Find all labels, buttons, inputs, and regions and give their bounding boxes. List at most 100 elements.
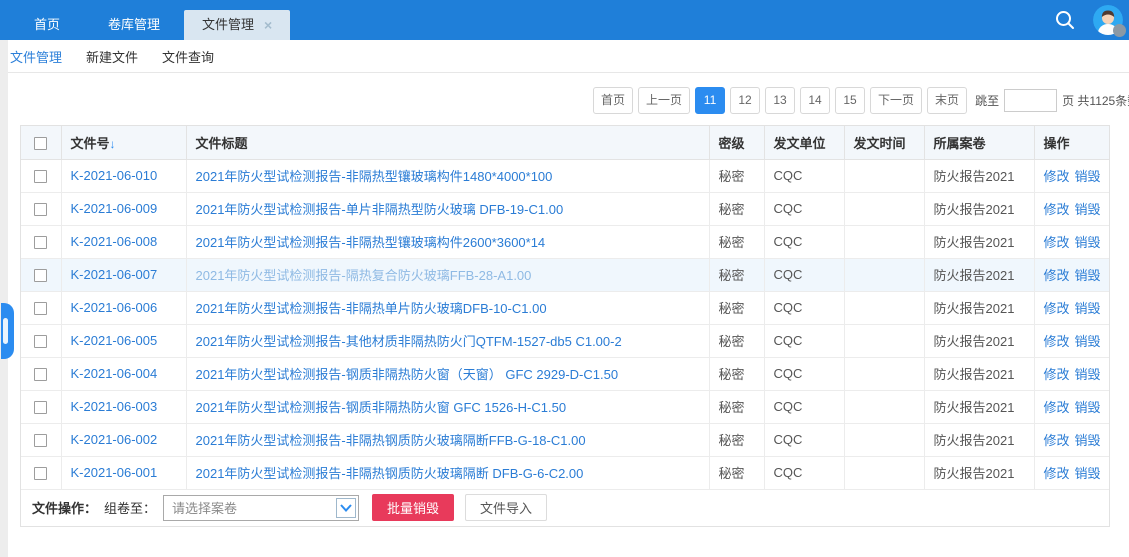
file-title-link[interactable]: 2021年防火型试检测报告-钢质非隔热防火窗（天窗） GFC 2929-D-C1… xyxy=(196,367,619,382)
file-no-link[interactable]: K-2021-06-002 xyxy=(71,432,158,447)
issue-date-cell xyxy=(844,324,924,357)
batch-destroy-button[interactable]: 批量销毁 xyxy=(372,494,454,521)
destroy-link[interactable]: 销毁 xyxy=(1075,334,1101,349)
user-avatar[interactable] xyxy=(1093,5,1123,35)
file-title-link[interactable]: 2021年防火型试检测报告-非隔热单片防火玻璃DFB-10-C1.00 xyxy=(196,301,547,316)
file-operations-bar: 文件操作： 组卷至： 请选择案卷 批量销毁 文件导入 xyxy=(21,490,1109,526)
edit-link[interactable]: 修改 xyxy=(1044,169,1070,184)
destroy-link[interactable]: 销毁 xyxy=(1075,466,1101,481)
row-checkbox[interactable] xyxy=(34,467,47,480)
issue-unit-cell: CQC xyxy=(764,258,844,291)
tab-file-management[interactable]: 文件管理 × xyxy=(184,10,290,40)
file-import-button[interactable]: 文件导入 xyxy=(465,494,547,521)
page-button-12[interactable]: 12 xyxy=(730,87,760,114)
file-no-link[interactable]: K-2021-06-010 xyxy=(71,168,158,183)
edit-link[interactable]: 修改 xyxy=(1044,466,1070,481)
file-no-link[interactable]: K-2021-06-005 xyxy=(71,333,158,348)
tab-home[interactable]: 首页 xyxy=(10,10,84,40)
page-button-上一页[interactable]: 上一页 xyxy=(638,87,690,114)
edit-link[interactable]: 修改 xyxy=(1044,334,1070,349)
jump-page-input[interactable] xyxy=(1004,89,1057,112)
sort-desc-icon[interactable]: ↓ xyxy=(110,137,116,151)
file-title-link[interactable]: 2021年防火型试检测报告-非隔热型镶玻璃构件2600*3600*14 xyxy=(196,235,546,250)
table-row: K-2021-06-004 2021年防火型试检测报告-钢质非隔热防火窗（天窗）… xyxy=(21,357,1109,390)
secrecy-cell: 秘密 xyxy=(709,423,764,456)
issue-unit-cell: CQC xyxy=(764,390,844,423)
row-checkbox[interactable] xyxy=(34,335,47,348)
table-row: K-2021-06-008 2021年防火型试检测报告-非隔热型镶玻璃构件260… xyxy=(21,225,1109,258)
edit-link[interactable]: 修改 xyxy=(1044,400,1070,415)
column-title: 文件标题 xyxy=(186,126,709,159)
file-no-link[interactable]: K-2021-06-006 xyxy=(71,300,158,315)
file-table-body: K-2021-06-010 2021年防火型试检测报告-非隔热型镶玻璃构件148… xyxy=(21,159,1109,489)
file-title-link[interactable]: 2021年防火型试检测报告-非隔热钢质防火玻璃隔断FFB-G-18-C1.00 xyxy=(196,433,586,448)
row-checkbox[interactable] xyxy=(34,368,47,381)
edit-link[interactable]: 修改 xyxy=(1044,268,1070,283)
column-issue-unit: 发文单位 xyxy=(764,126,844,159)
file-no-link[interactable]: K-2021-06-003 xyxy=(71,399,158,414)
page-button-首页[interactable]: 首页 xyxy=(593,87,633,114)
column-file-no[interactable]: 文件号↓ xyxy=(61,126,186,159)
file-table: 文件号↓ 文件标题 密级 发文单位 发文时间 所属案卷 操作 K-2021-06… xyxy=(20,125,1110,527)
file-title-link[interactable]: 2021年防火型试检测报告-隔热复合防火玻璃FFB-28-A1.00 xyxy=(196,268,532,283)
destroy-link[interactable]: 销毁 xyxy=(1075,367,1101,382)
destroy-link[interactable]: 销毁 xyxy=(1075,400,1101,415)
destroy-link[interactable]: 销毁 xyxy=(1075,301,1101,316)
archive-cell: 防火报告2021 xyxy=(924,357,1034,390)
menu-item-file-management[interactable]: 文件管理 xyxy=(10,47,62,66)
edit-link[interactable]: 修改 xyxy=(1044,301,1070,316)
page-button-11[interactable]: 11 xyxy=(695,87,725,114)
table-row: K-2021-06-005 2021年防火型试检测报告-其他材质非隔热防火门QT… xyxy=(21,324,1109,357)
page-button-下一页[interactable]: 下一页 xyxy=(870,87,922,114)
menu-item-file-query[interactable]: 文件查询 xyxy=(162,47,214,66)
page-button-末页[interactable]: 末页 xyxy=(927,87,967,114)
edit-link[interactable]: 修改 xyxy=(1044,367,1070,382)
secrecy-cell: 秘密 xyxy=(709,291,764,324)
table-row: K-2021-06-010 2021年防火型试检测报告-非隔热型镶玻璃构件148… xyxy=(21,159,1109,192)
issue-date-cell xyxy=(844,390,924,423)
search-icon[interactable] xyxy=(1053,8,1077,32)
file-no-link[interactable]: K-2021-06-007 xyxy=(71,267,158,282)
tab-volume-management[interactable]: 卷库管理 xyxy=(84,10,184,40)
page-button-14[interactable]: 14 xyxy=(800,87,830,114)
issue-date-cell xyxy=(844,423,924,456)
row-checkbox[interactable] xyxy=(34,401,47,414)
file-no-link[interactable]: K-2021-06-009 xyxy=(71,201,158,216)
file-no-link[interactable]: K-2021-06-008 xyxy=(71,234,158,249)
menu-item-new-file[interactable]: 新建文件 xyxy=(86,47,138,66)
file-title-link[interactable]: 2021年防火型试检测报告-非隔热钢质防火玻璃隔断 DFB-G-6-C2.00 xyxy=(196,466,584,481)
row-checkbox[interactable] xyxy=(34,170,47,183)
row-checkbox[interactable] xyxy=(34,236,47,249)
destroy-link[interactable]: 销毁 xyxy=(1075,433,1101,448)
chevron-down-icon[interactable] xyxy=(336,498,356,518)
edit-link[interactable]: 修改 xyxy=(1044,202,1070,217)
archive-select[interactable]: 请选择案卷 xyxy=(163,495,359,521)
tab-bar: 首页 卷库管理 文件管理 × xyxy=(10,10,290,40)
row-checkbox[interactable] xyxy=(34,434,47,447)
top-navbar: 首页 卷库管理 文件管理 × xyxy=(0,0,1129,40)
destroy-link[interactable]: 销毁 xyxy=(1075,169,1101,184)
sidebar-toggle-handle[interactable] xyxy=(1,303,14,359)
destroy-link[interactable]: 销毁 xyxy=(1075,268,1101,283)
page-button-13[interactable]: 13 xyxy=(765,87,795,114)
pagination: 首页上一页1112131415下一页末页跳至 页 共1125条数据 xyxy=(593,86,1129,114)
file-no-link[interactable]: K-2021-06-001 xyxy=(71,465,158,480)
file-title-link[interactable]: 2021年防火型试检测报告-钢质非隔热防火窗 GFC 1526-H-C1.50 xyxy=(196,400,567,415)
issue-unit-cell: CQC xyxy=(764,324,844,357)
row-checkbox[interactable] xyxy=(34,203,47,216)
file-no-link[interactable]: K-2021-06-004 xyxy=(71,366,158,381)
file-title-link[interactable]: 2021年防火型试检测报告-非隔热型镶玻璃构件1480*4000*100 xyxy=(196,169,553,184)
close-icon[interactable]: × xyxy=(264,18,272,32)
tab-file-management-label: 文件管理 xyxy=(202,10,254,40)
select-all-checkbox[interactable] xyxy=(34,137,47,150)
destroy-link[interactable]: 销毁 xyxy=(1075,235,1101,250)
edit-link[interactable]: 修改 xyxy=(1044,433,1070,448)
file-title-link[interactable]: 2021年防火型试检测报告-单片非隔热型防火玻璃 DFB-19-C1.00 xyxy=(196,202,564,217)
edit-link[interactable]: 修改 xyxy=(1044,235,1070,250)
archive-cell: 防火报告2021 xyxy=(924,225,1034,258)
page-button-15[interactable]: 15 xyxy=(835,87,865,114)
row-checkbox[interactable] xyxy=(34,269,47,282)
file-title-link[interactable]: 2021年防火型试检测报告-其他材质非隔热防火门QTFM-1527-db5 C1… xyxy=(196,334,622,349)
destroy-link[interactable]: 销毁 xyxy=(1075,202,1101,217)
row-checkbox[interactable] xyxy=(34,302,47,315)
